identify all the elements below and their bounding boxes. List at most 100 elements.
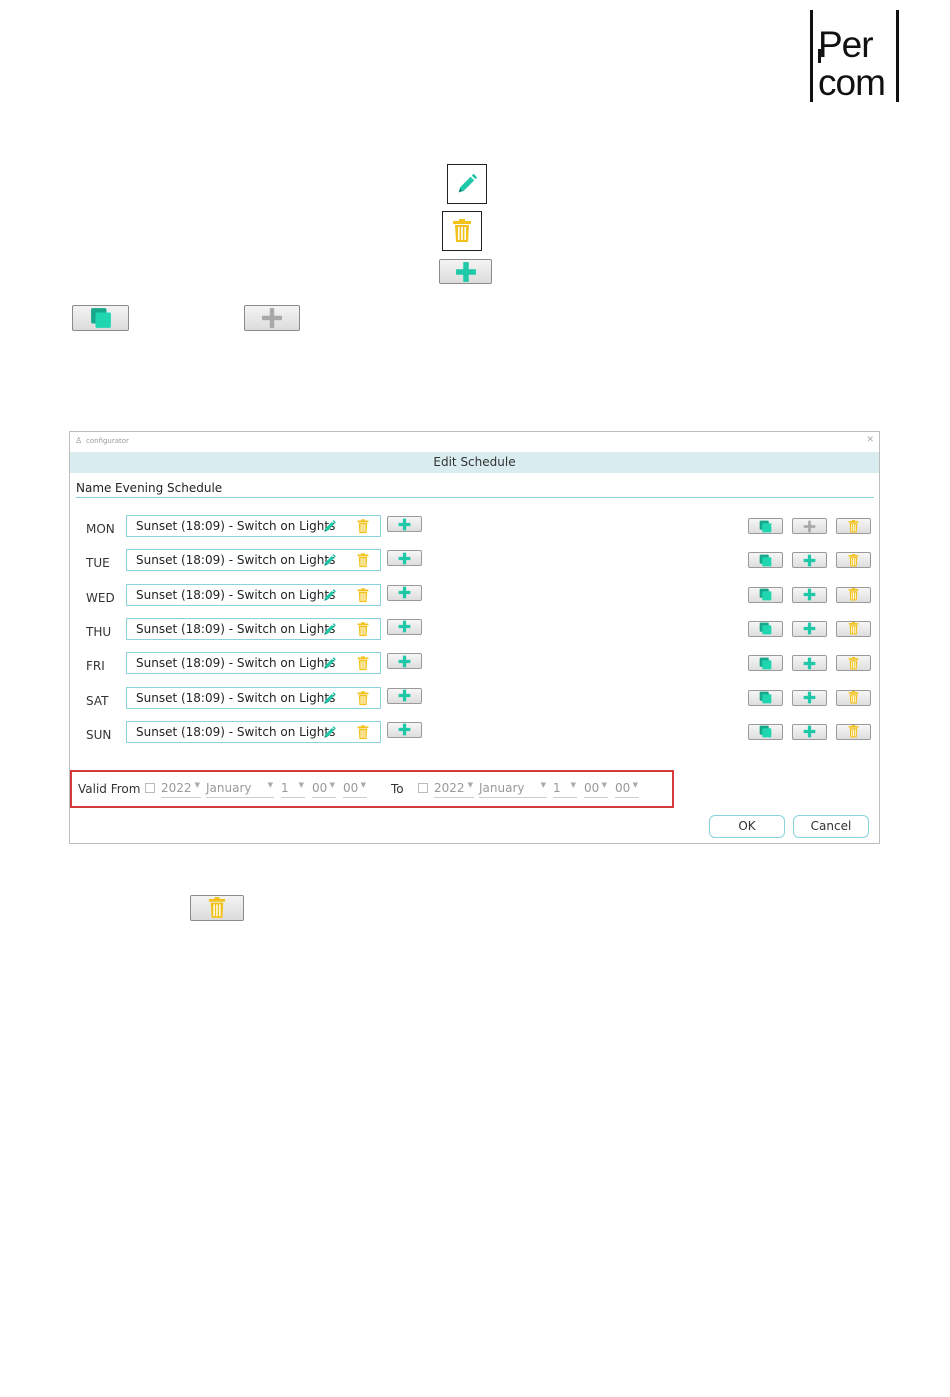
to-year-select[interactable]: 2022 ▼ bbox=[434, 781, 474, 798]
trash-icon bbox=[848, 622, 859, 635]
paste-day-button[interactable] bbox=[792, 655, 827, 672]
copy-icon bbox=[90, 307, 112, 329]
to-minute-select[interactable]: 00 ▼ bbox=[615, 781, 639, 798]
from-minute-select[interactable]: 00 ▼ bbox=[343, 781, 367, 798]
day-label: TUE bbox=[86, 556, 110, 571]
schedule-entry[interactable]: Sunset (18:09) - Switch on Lights bbox=[126, 515, 381, 537]
add-button-legend bbox=[439, 259, 492, 284]
plus-icon bbox=[803, 691, 816, 704]
copy-icon bbox=[759, 725, 772, 738]
copy-icon bbox=[759, 520, 772, 533]
delete-day-button[interactable] bbox=[836, 620, 871, 637]
from-day-select[interactable]: 1 ▼ bbox=[281, 781, 305, 798]
add-entry-button[interactable] bbox=[387, 584, 422, 601]
from-hour-select[interactable]: 00 ▼ bbox=[312, 781, 336, 798]
copy-day-button[interactable] bbox=[748, 586, 783, 603]
delete-day-button[interactable] bbox=[836, 723, 871, 740]
plus-icon bbox=[398, 689, 411, 702]
schedule-entry[interactable]: Sunset (18:09) - Switch on Lights bbox=[126, 549, 381, 572]
trash-icon[interactable] bbox=[357, 622, 369, 637]
close-icon[interactable]: ✕ bbox=[866, 435, 874, 445]
pencil-icon[interactable] bbox=[322, 622, 337, 637]
paste-day-button[interactable] bbox=[792, 620, 827, 637]
delete-day-button[interactable] bbox=[836, 586, 871, 603]
schedule-entry-text: Sunset (18:09) - Switch on Lights bbox=[136, 690, 336, 705]
delete-day-button[interactable] bbox=[836, 552, 871, 569]
copy-day-button[interactable] bbox=[748, 723, 783, 740]
paste-day-button[interactable] bbox=[792, 518, 827, 534]
add-entry-button[interactable] bbox=[387, 653, 422, 670]
trash-icon[interactable] bbox=[357, 553, 369, 568]
delete-day-button[interactable] bbox=[836, 655, 871, 672]
plus-icon bbox=[803, 554, 816, 567]
valid-to-checkbox[interactable] bbox=[418, 783, 428, 793]
valid-from-checkbox[interactable] bbox=[145, 783, 155, 793]
schedule-entry[interactable]: Sunset (18:09) - Switch on Lights bbox=[126, 652, 381, 675]
add-entry-button[interactable] bbox=[387, 721, 422, 738]
pencil-icon[interactable] bbox=[322, 725, 337, 740]
add-entry-button[interactable] bbox=[387, 550, 422, 567]
paste-day-button[interactable] bbox=[792, 552, 827, 569]
copy-icon bbox=[759, 657, 772, 670]
pencil-icon[interactable] bbox=[322, 519, 337, 534]
copy-day-button[interactable] bbox=[748, 689, 783, 706]
day-row-fri: FRI Sunset (18:09) - Switch on Lights bbox=[70, 652, 879, 680]
schedule-entry-text: Sunset (18:09) - Switch on Lights bbox=[136, 621, 336, 636]
ok-button[interactable]: OK bbox=[709, 815, 785, 838]
copy-icon bbox=[759, 691, 772, 704]
to-month-select[interactable]: January ▼ bbox=[479, 781, 547, 798]
trash-icon bbox=[848, 554, 859, 567]
plus-icon bbox=[398, 586, 411, 599]
pencil-icon[interactable] bbox=[322, 656, 337, 671]
copy-day-button[interactable] bbox=[748, 655, 783, 672]
schedule-entry[interactable]: Sunset (18:09) - Switch on Lights bbox=[126, 617, 381, 640]
to-hour-select[interactable]: 00 ▼ bbox=[584, 781, 608, 798]
trash-icon[interactable] bbox=[357, 519, 369, 534]
paste-day-button[interactable] bbox=[792, 723, 827, 740]
from-month-select[interactable]: January ▼ bbox=[206, 781, 274, 798]
day-row-tue: TUE Sunset (18:09) - Switch on Lights bbox=[70, 549, 879, 577]
trash-icon[interactable] bbox=[357, 725, 369, 740]
name-field[interactable]: Name Evening Schedule bbox=[76, 481, 874, 498]
day-label: FRI bbox=[86, 659, 105, 674]
trash-icon bbox=[208, 897, 226, 919]
paste-day-button[interactable] bbox=[792, 689, 827, 706]
trash-icon[interactable] bbox=[357, 656, 369, 671]
schedule-entry[interactable]: Sunset (18:09) - Switch on Lights bbox=[126, 583, 381, 606]
plus-icon bbox=[803, 657, 816, 670]
paste-day-button[interactable] bbox=[792, 586, 827, 603]
pencil-icon[interactable] bbox=[322, 553, 337, 568]
cancel-button[interactable]: Cancel bbox=[793, 815, 869, 838]
plus-icon bbox=[398, 518, 411, 531]
valid-to-label: To bbox=[391, 782, 404, 796]
logo-text-line1: Per bbox=[818, 24, 874, 65]
schedule-entry-text: Sunset (18:09) - Switch on Lights bbox=[136, 519, 336, 533]
copy-icon bbox=[759, 554, 772, 567]
plus-icon bbox=[455, 261, 477, 283]
delete-day-button[interactable] bbox=[836, 689, 871, 706]
schedule-entry-text: Sunset (18:09) - Switch on Lights bbox=[136, 724, 336, 739]
day-label: MON bbox=[86, 522, 115, 536]
pencil-icon[interactable] bbox=[322, 588, 337, 603]
trash-icon[interactable] bbox=[357, 691, 369, 706]
copy-day-button[interactable] bbox=[748, 620, 783, 637]
to-day-select[interactable]: 1 ▼ bbox=[553, 781, 577, 798]
add-entry-button[interactable] bbox=[387, 618, 422, 635]
name-value[interactable]: Evening Schedule bbox=[115, 481, 222, 495]
schedule-entry[interactable]: Sunset (18:09) - Switch on Lights bbox=[126, 720, 381, 743]
add-entry-button[interactable] bbox=[387, 516, 422, 532]
trash-icon bbox=[848, 725, 859, 738]
pencil-icon[interactable] bbox=[322, 691, 337, 706]
schedule-entry[interactable]: Sunset (18:09) - Switch on Lights bbox=[126, 686, 381, 709]
logo-text-line2: com bbox=[818, 62, 886, 103]
plus-icon bbox=[398, 552, 411, 565]
day-row-sun: SUN Sunset (18:09) - Switch on Lights bbox=[70, 720, 879, 749]
plus-icon bbox=[803, 622, 816, 635]
trash-icon[interactable] bbox=[357, 588, 369, 603]
add-entry-button[interactable] bbox=[387, 687, 422, 704]
paste-button-legend-disabled bbox=[244, 305, 300, 331]
copy-day-button[interactable] bbox=[748, 552, 783, 569]
from-year-select[interactable]: 2022 ▼ bbox=[161, 781, 201, 798]
delete-day-button[interactable] bbox=[836, 518, 871, 534]
copy-day-button[interactable] bbox=[748, 518, 783, 534]
